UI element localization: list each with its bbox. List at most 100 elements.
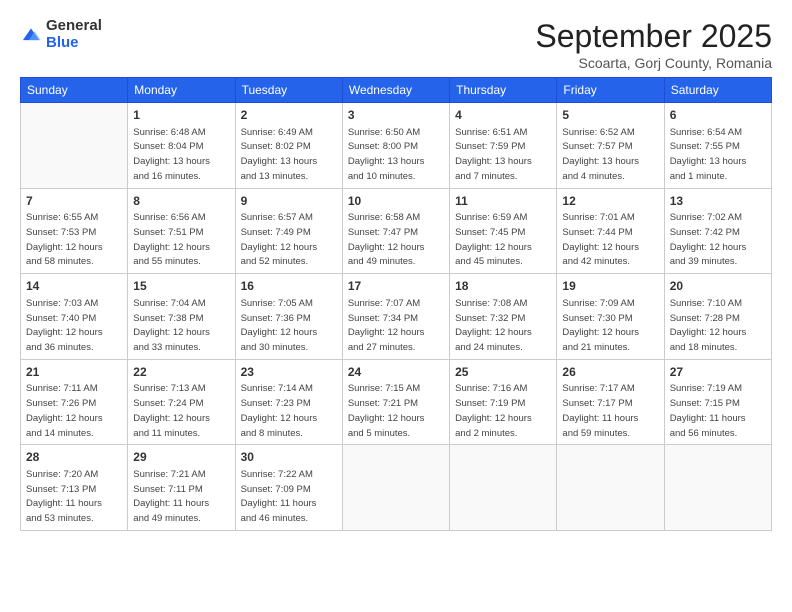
calendar-cell xyxy=(450,445,557,531)
day-info: Sunrise: 7:19 AMSunset: 7:15 PMDaylight:… xyxy=(670,383,746,438)
calendar-cell: 24 Sunrise: 7:15 AMSunset: 7:21 PMDayligh… xyxy=(342,359,449,445)
calendar-cell: 21Sunrise: 7:11 AMSunset: 7:26 PMDayligh… xyxy=(21,359,128,445)
logo-general: General xyxy=(46,18,102,35)
day-number: 6 xyxy=(670,107,766,124)
logo-text: General Blue xyxy=(46,18,102,51)
day-number: 5 xyxy=(562,107,658,124)
calendar-cell: 27 Sunrise: 7:19 AMSunset: 7:15 PMDayligh… xyxy=(664,359,771,445)
calendar-cell xyxy=(342,445,449,531)
day-number: 2 xyxy=(241,107,337,124)
day-info: Sunrise: 7:01 AMSunset: 7:44 PMDaylight:… xyxy=(562,212,639,267)
day-info: Sunrise: 6:50 AMSunset: 8:00 PMDaylight:… xyxy=(348,127,425,182)
day-number: 17 xyxy=(348,278,444,295)
calendar-day-header: Sunday xyxy=(21,78,128,103)
day-number: 7 xyxy=(26,193,122,210)
day-number: 14 xyxy=(26,278,122,295)
calendar-cell: 26 Sunrise: 7:17 AMSunset: 7:17 PMDayligh… xyxy=(557,359,664,445)
day-info: Sunrise: 6:56 AMSunset: 7:51 PMDaylight:… xyxy=(133,212,210,267)
title-block: September 2025 Scoarta, Gorj County, Rom… xyxy=(535,18,772,71)
calendar-cell: 5 Sunrise: 6:52 AMSunset: 7:57 PMDaylight… xyxy=(557,103,664,189)
day-number: 26 xyxy=(562,364,658,381)
calendar-cell: 4 Sunrise: 6:51 AMSunset: 7:59 PMDaylight… xyxy=(450,103,557,189)
day-info: Sunrise: 7:22 AMSunset: 7:09 PMDaylight:… xyxy=(241,469,317,524)
calendar-cell: 15 Sunrise: 7:04 AMSunset: 7:38 PMDayligh… xyxy=(128,274,235,360)
calendar-cell: 9 Sunrise: 6:57 AMSunset: 7:49 PMDaylight… xyxy=(235,188,342,274)
day-info: Sunrise: 7:17 AMSunset: 7:17 PMDaylight:… xyxy=(562,383,638,438)
calendar-cell: 13 Sunrise: 7:02 AMSunset: 7:42 PMDayligh… xyxy=(664,188,771,274)
calendar-cell: 23 Sunrise: 7:14 AMSunset: 7:23 PMDayligh… xyxy=(235,359,342,445)
day-number: 20 xyxy=(670,278,766,295)
day-info: Sunrise: 6:57 AMSunset: 7:49 PMDaylight:… xyxy=(241,212,318,267)
page: General Blue September 2025 Scoarta, Gor… xyxy=(0,0,792,612)
day-number: 25 xyxy=(455,364,551,381)
day-info: Sunrise: 7:05 AMSunset: 7:36 PMDaylight:… xyxy=(241,298,318,353)
day-info: Sunrise: 7:21 AMSunset: 7:11 PMDaylight:… xyxy=(133,469,209,524)
calendar-cell: 30 Sunrise: 7:22 AMSunset: 7:09 PMDayligh… xyxy=(235,445,342,531)
calendar-cell: 2Sunrise: 6:49 AMSunset: 8:02 PMDaylight… xyxy=(235,103,342,189)
day-info: Sunrise: 7:08 AMSunset: 7:32 PMDaylight:… xyxy=(455,298,532,353)
day-info: Sunrise: 7:14 AMSunset: 7:23 PMDaylight:… xyxy=(241,383,318,438)
day-info: Sunrise: 6:51 AMSunset: 7:59 PMDaylight:… xyxy=(455,127,532,182)
calendar-cell: 28 Sunrise: 7:20 AMSunset: 7:13 PMDayligh… xyxy=(21,445,128,531)
day-number: 22 xyxy=(133,364,229,381)
calendar-cell: 22Sunrise: 7:13 AMSunset: 7:24 PMDayligh… xyxy=(128,359,235,445)
calendar-day-header: Monday xyxy=(128,78,235,103)
day-info: Sunrise: 7:02 AMSunset: 7:42 PMDaylight:… xyxy=(670,212,747,267)
calendar-week-row: 14 Sunrise: 7:03 AMSunset: 7:40 PMDayligh… xyxy=(21,274,772,360)
day-info: Sunrise: 7:10 AMSunset: 7:28 PMDaylight:… xyxy=(670,298,747,353)
day-number: 24 xyxy=(348,364,444,381)
calendar-cell: 17 Sunrise: 7:07 AMSunset: 7:34 PMDayligh… xyxy=(342,274,449,360)
calendar-cell xyxy=(21,103,128,189)
calendar-day-header: Saturday xyxy=(664,78,771,103)
day-info: Sunrise: 6:52 AMSunset: 7:57 PMDaylight:… xyxy=(562,127,639,182)
day-number: 30 xyxy=(241,449,337,466)
logo: General Blue xyxy=(20,18,102,51)
calendar-cell: 16 Sunrise: 7:05 AMSunset: 7:36 PMDayligh… xyxy=(235,274,342,360)
day-number: 12 xyxy=(562,193,658,210)
calendar-cell xyxy=(557,445,664,531)
calendar-cell: 10 Sunrise: 6:58 AMSunset: 7:47 PMDayligh… xyxy=(342,188,449,274)
day-number: 15 xyxy=(133,278,229,295)
calendar-cell: 7 Sunrise: 6:55 AMSunset: 7:53 PMDaylight… xyxy=(21,188,128,274)
calendar-table: SundayMondayTuesdayWednesdayThursdayFrid… xyxy=(20,77,772,531)
calendar-cell: 18Sunrise: 7:08 AMSunset: 7:32 PMDayligh… xyxy=(450,274,557,360)
calendar-cell xyxy=(664,445,771,531)
calendar-cell: 20 Sunrise: 7:10 AMSunset: 7:28 PMDayligh… xyxy=(664,274,771,360)
day-number: 4 xyxy=(455,107,551,124)
day-info: Sunrise: 7:07 AMSunset: 7:34 PMDaylight:… xyxy=(348,298,425,353)
calendar-cell: 19 Sunrise: 7:09 AMSunset: 7:30 PMDayligh… xyxy=(557,274,664,360)
day-number: 1 xyxy=(133,107,229,124)
day-number: 28 xyxy=(26,449,122,466)
day-number: 10 xyxy=(348,193,444,210)
day-info: Sunrise: 7:09 AMSunset: 7:30 PMDaylight:… xyxy=(562,298,639,353)
day-info: Sunrise: 6:58 AMSunset: 7:47 PMDaylight:… xyxy=(348,212,425,267)
day-info: Sunrise: 7:03 AMSunset: 7:40 PMDaylight:… xyxy=(26,298,103,353)
logo-blue: Blue xyxy=(46,35,102,52)
day-info: Sunrise: 7:20 AMSunset: 7:13 PMDaylight:… xyxy=(26,469,102,524)
calendar-week-row: 21Sunrise: 7:11 AMSunset: 7:26 PMDayligh… xyxy=(21,359,772,445)
location-subtitle: Scoarta, Gorj County, Romania xyxy=(535,55,772,71)
calendar-cell: 11Sunrise: 6:59 AMSunset: 7:45 PMDayligh… xyxy=(450,188,557,274)
day-number: 29 xyxy=(133,449,229,466)
day-number: 9 xyxy=(241,193,337,210)
day-number: 27 xyxy=(670,364,766,381)
day-number: 8 xyxy=(133,193,229,210)
calendar-cell: 1Sunrise: 6:48 AMSunset: 8:04 PMDaylight… xyxy=(128,103,235,189)
calendar-cell: 29 Sunrise: 7:21 AMSunset: 7:11 PMDayligh… xyxy=(128,445,235,531)
day-info: Sunrise: 6:55 AMSunset: 7:53 PMDaylight:… xyxy=(26,212,103,267)
day-info: Sunrise: 7:15 AMSunset: 7:21 PMDaylight:… xyxy=(348,383,425,438)
day-number: 16 xyxy=(241,278,337,295)
calendar-cell: 14 Sunrise: 7:03 AMSunset: 7:40 PMDayligh… xyxy=(21,274,128,360)
day-info: Sunrise: 7:04 AMSunset: 7:38 PMDaylight:… xyxy=(133,298,210,353)
day-info: Sunrise: 7:16 AMSunset: 7:19 PMDaylight:… xyxy=(455,383,532,438)
day-number: 19 xyxy=(562,278,658,295)
day-number: 23 xyxy=(241,364,337,381)
day-number: 3 xyxy=(348,107,444,124)
calendar-day-header: Tuesday xyxy=(235,78,342,103)
day-info: Sunrise: 7:11 AMSunset: 7:26 PMDaylight:… xyxy=(26,383,103,438)
logo-icon xyxy=(20,24,42,46)
day-number: 13 xyxy=(670,193,766,210)
calendar-cell: 3 Sunrise: 6:50 AMSunset: 8:00 PMDaylight… xyxy=(342,103,449,189)
calendar-day-header: Friday xyxy=(557,78,664,103)
calendar-cell: 25 Sunrise: 7:16 AMSunset: 7:19 PMDayligh… xyxy=(450,359,557,445)
